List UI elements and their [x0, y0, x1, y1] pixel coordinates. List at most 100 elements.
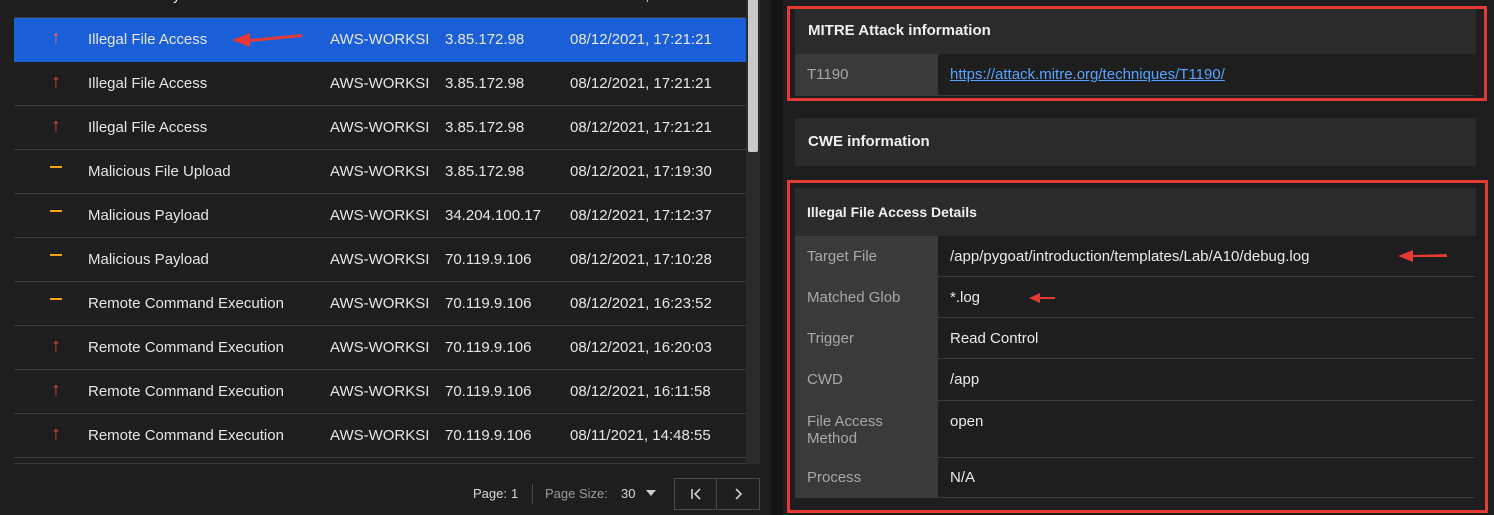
- table-row[interactable]: ↑ Remote Command Execution AWS-WORKSI 70…: [14, 326, 746, 370]
- table-row[interactable]: ↑ Illegal File Access AWS-WORKSI 3.85.17…: [14, 106, 746, 150]
- row-name: Remote Command Execution: [88, 339, 284, 356]
- row-ip: 3.85.172.98: [445, 75, 525, 92]
- row-time: 08/12/2021, 17:10:28: [570, 251, 712, 268]
- detail-value: N/A: [950, 469, 976, 486]
- panel-divider[interactable]: [771, 0, 783, 515]
- detail-key: Trigger: [795, 318, 938, 358]
- table-row-selected[interactable]: ↑ Illegal File Access AWS-WORKSI 3.85.17…: [14, 18, 746, 62]
- row-time: 08/12/2021, 17:12:37: [570, 207, 712, 224]
- detail-value: open: [950, 413, 984, 430]
- table-row[interactable]: ↑ Remote Command Execution AWS-WORKSI 70…: [14, 370, 746, 414]
- first-page-icon: [691, 488, 701, 500]
- row-host: AWS-WORKSI: [330, 207, 430, 224]
- table-row[interactable]: Malicious Payload AWS-WORKSI 100.33.14.7…: [14, 0, 746, 18]
- row-name: Illegal File Access: [88, 119, 208, 136]
- page-size-label: Page Size:: [545, 486, 608, 501]
- detail-value: Read Control: [950, 330, 1039, 347]
- chevron-down-icon[interactable]: [646, 490, 656, 496]
- table-row[interactable]: Remote Command Execution AWS-WORKSI 70.1…: [14, 282, 746, 326]
- alert-details-panel: MITRE Attack information T1190 https://a…: [783, 0, 1494, 515]
- table-row[interactable]: Malicious File Upload AWS-WORKSI 3.85.17…: [14, 150, 746, 194]
- dash-icon: [46, 282, 66, 326]
- arrow-up-icon: ↑: [51, 115, 61, 135]
- row-host: AWS-WORKSI: [330, 0, 429, 18]
- detail-key: Matched Glob: [795, 277, 938, 317]
- detail-row-file-access-method: File Access Method open: [795, 401, 1475, 458]
- table-scrollbar-thumb[interactable]: [748, 0, 758, 152]
- row-time: 08/12/2021, 17:21:21: [570, 75, 712, 92]
- row-ip: 70.119.9.106: [445, 295, 532, 312]
- row-time: 08/11/2021, 14:48:55: [570, 427, 711, 444]
- page-number: 1: [511, 486, 519, 501]
- row-ip: 70.119.9.106: [445, 383, 532, 400]
- annotation-arrow: [1398, 250, 1447, 262]
- detail-row-target-file: Target File /app/pygoat/introduction/tem…: [795, 236, 1475, 277]
- row-name: Illegal File Access: [88, 31, 208, 48]
- next-page-icon: [735, 488, 743, 500]
- next-page-button[interactable]: [716, 478, 760, 510]
- table-row[interactable]: ↑ Illegal File Access AWS-WORKSI 3.85.17…: [14, 62, 746, 106]
- table-row[interactable]: Malicious Payload AWS-WORKSI 34.204.100.…: [14, 194, 746, 238]
- detail-row-cwd: CWD /app: [795, 359, 1475, 401]
- mitre-section-title: MITRE Attack information: [795, 8, 1476, 54]
- mitre-row: T1190 https://attack.mitre.org/technique…: [795, 54, 1475, 96]
- arrow-up-icon: ↑: [51, 379, 61, 399]
- dash-icon: [46, 238, 66, 282]
- row-host: AWS-WORKSI: [330, 383, 430, 400]
- row-host: AWS-WORKSI: [330, 163, 430, 180]
- row-host: AWS-WORKSI: [330, 31, 430, 48]
- detail-key: Target File: [795, 236, 938, 276]
- detail-key: Process: [795, 458, 938, 497]
- file-access-section-title: Illegal File Access Details: [795, 188, 1476, 236]
- row-time: 08/12/2021, 17:19:30: [570, 163, 712, 180]
- arrow-up-icon: ↑: [51, 27, 61, 47]
- mitre-technique-id: T1190: [795, 54, 938, 95]
- detail-row-trigger: Trigger Read Control: [795, 318, 1475, 359]
- row-time: 08/12/2021, 17:21:40: [570, 0, 712, 18]
- arrow-up-icon: ↑: [51, 423, 61, 443]
- pagination-bar: Page: 1 Page Size: 30: [0, 476, 760, 512]
- row-host: AWS-WORKSI: [330, 339, 430, 356]
- detail-row-process: Process N/A: [795, 458, 1475, 498]
- alerts-table: Malicious Payload AWS-WORKSI 100.33.14.7…: [14, 0, 746, 464]
- mitre-technique-link[interactable]: https://attack.mitre.org/techniques/T119…: [950, 66, 1225, 83]
- row-time: 08/12/2021, 17:21:21: [570, 119, 712, 136]
- row-name: Remote Command Execution: [88, 383, 284, 400]
- arrow-up-icon: ↑: [51, 71, 61, 91]
- table-row[interactable]: ↑ Remote Command Execution AWS-WORKSI 70…: [14, 414, 746, 458]
- cwe-section-title: CWE information: [795, 118, 1476, 166]
- row-name: Malicious Payload: [88, 251, 209, 268]
- row-ip: 70.119.9.106: [445, 339, 532, 356]
- detail-key: File Access Method: [795, 401, 938, 457]
- row-host: AWS-WORKSI: [330, 295, 430, 312]
- row-time: 08/12/2021, 17:21:21: [570, 31, 712, 48]
- row-time: 08/12/2021, 16:23:52: [570, 295, 712, 312]
- arrow-up-icon: ↑: [51, 335, 61, 355]
- row-ip: 3.85.172.98: [445, 31, 525, 48]
- page-label: Page:: [473, 486, 507, 501]
- row-name: Illegal File Access: [88, 75, 208, 92]
- pager-separator: [532, 484, 533, 504]
- row-ip: 3.85.172.98: [445, 163, 525, 180]
- row-name: Malicious File Upload: [88, 163, 231, 180]
- dash-icon: [46, 150, 66, 194]
- row-time: 08/12/2021, 16:11:58: [570, 383, 711, 400]
- row-name: Malicious Payload: [88, 207, 209, 224]
- detail-row-matched-glob: Matched Glob *.log: [795, 277, 1475, 318]
- detail-key: CWD: [795, 359, 938, 400]
- page-size-value[interactable]: 30: [621, 486, 635, 501]
- row-time: 08/12/2021, 16:20:03: [570, 339, 712, 356]
- row-ip: 34.204.100.17: [445, 207, 541, 224]
- row-host: AWS-WORKSI: [330, 251, 430, 268]
- detail-value: /app: [950, 371, 980, 388]
- row-ip: 70.119.9.106: [445, 251, 532, 268]
- row-host: AWS-WORKSI: [330, 75, 430, 92]
- first-page-button[interactable]: [674, 478, 718, 510]
- row-name: Remote Command Execution: [88, 427, 284, 444]
- row-ip: 3.85.172.98: [445, 119, 525, 136]
- table-row[interactable]: Malicious Payload AWS-WORKSI 70.119.9.10…: [14, 238, 746, 282]
- annotation-arrow: [232, 33, 302, 47]
- row-name: Malicious Payload: [88, 0, 209, 18]
- annotation-arrow: [1029, 293, 1055, 303]
- row-name: Remote Command Execution: [88, 295, 284, 312]
